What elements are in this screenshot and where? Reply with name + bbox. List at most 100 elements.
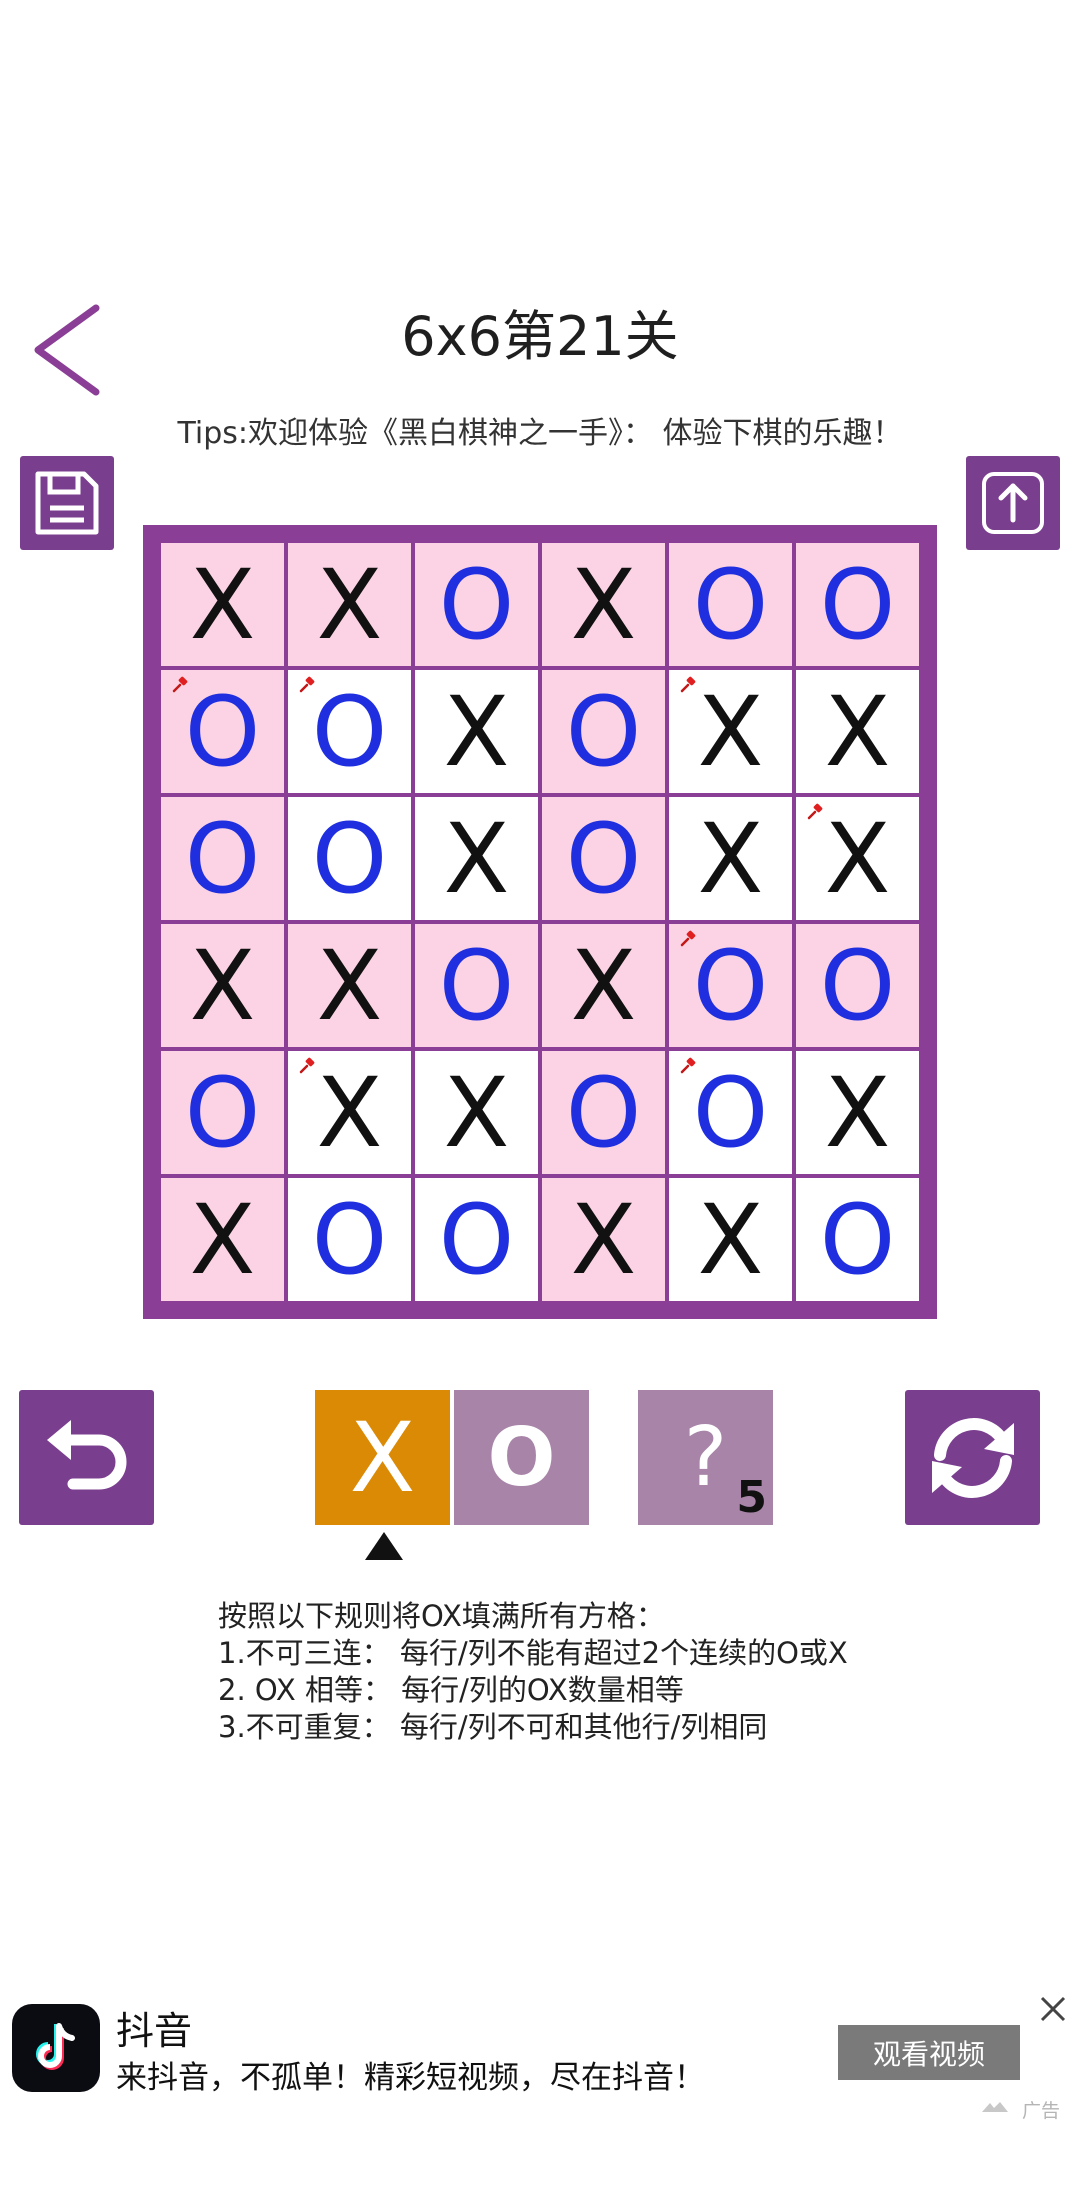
cell-mark: O [565, 675, 642, 788]
cell-mark: X [824, 1056, 891, 1169]
ad-close-button[interactable] [1038, 1994, 1068, 2024]
board-cell[interactable]: O [415, 1178, 538, 1301]
board-cell[interactable]: X [161, 1178, 284, 1301]
board-cell[interactable]: O [796, 1178, 919, 1301]
cell-mark: O [692, 929, 769, 1042]
board-cell[interactable]: O [415, 924, 538, 1047]
cell-mark: O [311, 802, 388, 915]
board-cell[interactable]: O [415, 543, 538, 666]
cell-mark: X [316, 929, 383, 1042]
cell-mark: X [824, 802, 891, 915]
cell-mark: X [189, 1183, 256, 1296]
board-cell[interactable]: O [669, 924, 792, 1047]
board-cell[interactable]: X [161, 924, 284, 1047]
rules-line: 2. OX 相等： 每行/列的OX数量相等 [218, 1673, 684, 1707]
board-cell[interactable]: O [161, 670, 284, 793]
board-cell[interactable]: O [542, 670, 665, 793]
cell-mark: O [692, 1056, 769, 1169]
board-cell[interactable]: X [542, 543, 665, 666]
pin-icon [172, 676, 188, 693]
cell-mark: O [819, 1183, 896, 1296]
board-cell[interactable]: O [796, 924, 919, 1047]
cell-mark: X [824, 675, 891, 788]
pin-icon [680, 1057, 696, 1074]
ad-tag: 广告 [1022, 2100, 1061, 2122]
select-o-label: O [487, 1411, 556, 1504]
select-o-button[interactable]: O [454, 1390, 589, 1525]
cell-mark: X [443, 1056, 510, 1169]
cell-mark: O [311, 1183, 388, 1296]
ad-app-icon[interactable] [12, 2004, 100, 2092]
cell-mark: O [438, 548, 515, 661]
hint-label: ? [683, 1410, 728, 1505]
board-cell[interactable]: X [669, 670, 792, 793]
board-cell[interactable]: X [669, 1178, 792, 1301]
undo-icon [46, 1419, 126, 1489]
refresh-icon [931, 1417, 1014, 1498]
share-button[interactable] [966, 456, 1060, 550]
board-cell[interactable]: O [669, 1051, 792, 1174]
board-cell[interactable]: X [796, 670, 919, 793]
ad-watch-video-button[interactable]: 观看视频 [838, 2025, 1020, 2080]
board-cell[interactable]: O [669, 543, 792, 666]
board-cell[interactable]: X [288, 924, 411, 1047]
hint-button[interactable]: ? 5 [638, 1390, 773, 1525]
cell-mark: X [697, 802, 764, 915]
ad-network-icon [982, 2102, 1008, 2112]
board-cell[interactable]: X [415, 670, 538, 793]
board-cell[interactable]: O [796, 543, 919, 666]
cell-mark: O [311, 675, 388, 788]
hint-count: 5 [736, 1472, 767, 1523]
cell-mark: O [819, 548, 896, 661]
game-board: XXOXOOOOXOXXOOXOXXXXOXOOOXXOOXXOOXXO [143, 525, 937, 1319]
board-cell[interactable]: X [542, 1178, 665, 1301]
refresh-button[interactable] [905, 1390, 1040, 1525]
upload-icon [982, 472, 1044, 534]
rules-line: 按照以下规则将OX填满所有方格： [218, 1599, 665, 1633]
board-cell[interactable]: X [288, 543, 411, 666]
rules-line: 3.不可重复： 每行/列不可和其他行/列相同 [218, 1710, 768, 1744]
board-cell[interactable]: O [161, 797, 284, 920]
board-cell[interactable]: X [161, 543, 284, 666]
board-cell[interactable]: O [288, 1178, 411, 1301]
board-cell[interactable]: X [415, 797, 538, 920]
cell-mark: O [565, 802, 642, 915]
ad-app-name: 抖音 [116, 2009, 193, 2053]
board-cell[interactable]: X [415, 1051, 538, 1174]
board-cell[interactable]: X [796, 797, 919, 920]
board-cell[interactable]: O [542, 797, 665, 920]
board-cell[interactable]: X [288, 1051, 411, 1174]
pin-icon [680, 930, 696, 947]
board-cell[interactable]: X [669, 797, 792, 920]
cell-mark: O [184, 1056, 261, 1169]
rules-line: 1.不可三连： 每行/列不能有超过2个连续的O或X [218, 1636, 848, 1670]
cell-mark: O [438, 929, 515, 1042]
board-cell[interactable]: O [288, 670, 411, 793]
page-title: 6x6第21关 [401, 305, 679, 368]
cell-mark: O [184, 675, 261, 788]
rules-text: 按照以下规则将OX填满所有方格： 1.不可三连： 每行/列不能有超过2个连续的O… [218, 1598, 848, 1746]
board-cell[interactable]: O [288, 797, 411, 920]
select-x-button[interactable]: X [315, 1390, 450, 1525]
board-cell[interactable]: X [542, 924, 665, 1047]
cell-mark: O [184, 802, 261, 915]
board-cell[interactable]: X [796, 1051, 919, 1174]
save-button[interactable] [20, 456, 114, 550]
close-icon [1040, 1996, 1066, 2022]
selection-indicator [365, 1532, 403, 1560]
cell-mark: O [438, 1183, 515, 1296]
cell-mark: X [570, 929, 637, 1042]
cell-mark: X [697, 1183, 764, 1296]
cell-mark: X [443, 802, 510, 915]
pin-icon [680, 676, 696, 693]
cell-mark: X [316, 548, 383, 661]
cell-mark: X [189, 929, 256, 1042]
board-cell[interactable]: O [542, 1051, 665, 1174]
tiktok-logo-icon [36, 2023, 75, 2070]
board-cell[interactable]: O [161, 1051, 284, 1174]
cell-mark: X [443, 675, 510, 788]
pin-icon [299, 676, 315, 693]
cell-mark: X [189, 548, 256, 661]
cell-mark: O [819, 929, 896, 1042]
undo-button[interactable] [19, 1390, 154, 1525]
